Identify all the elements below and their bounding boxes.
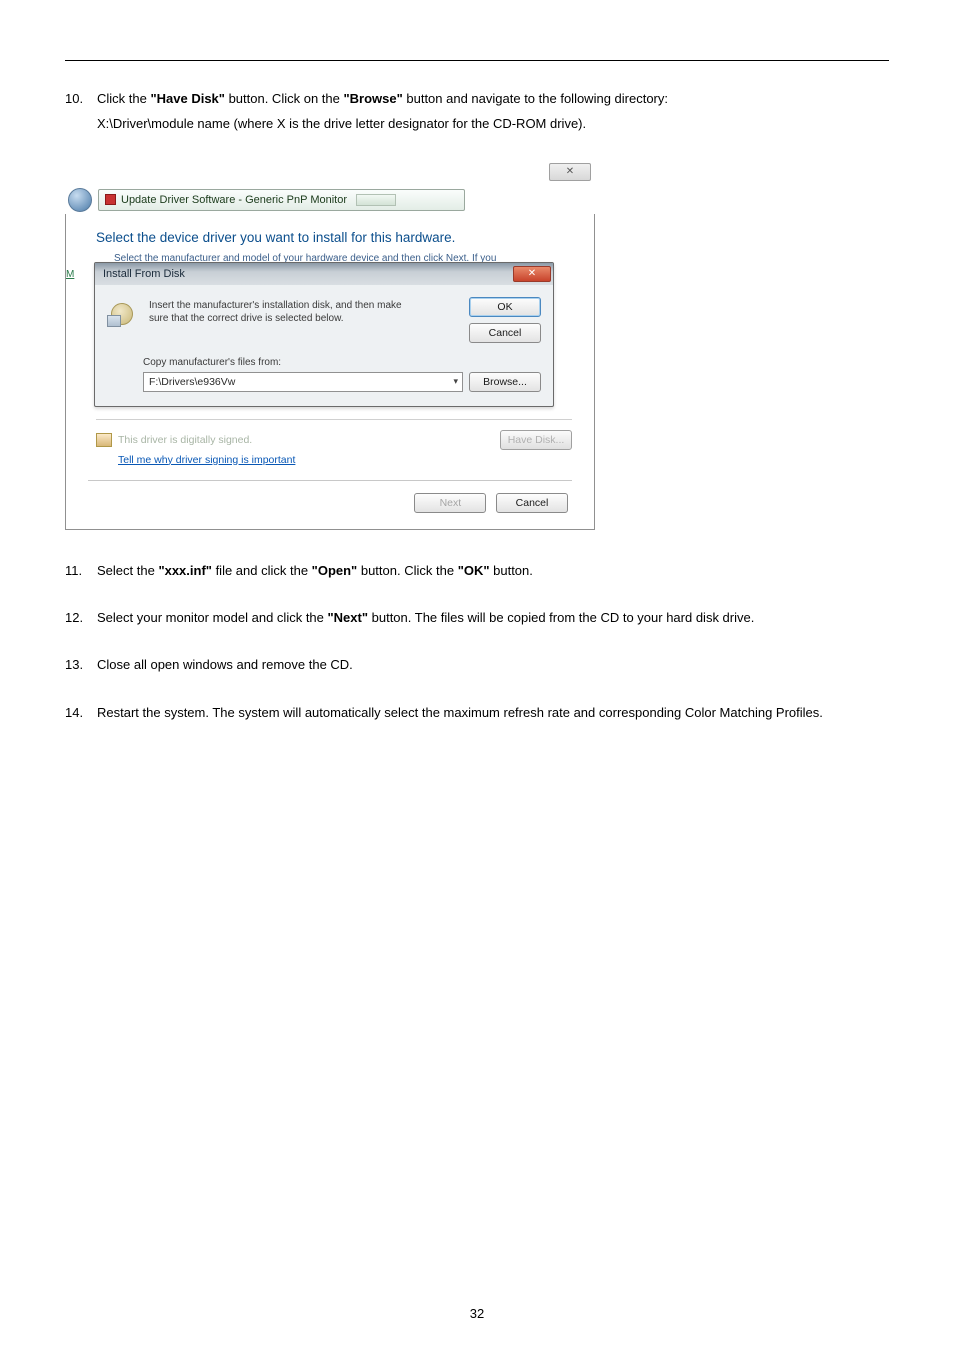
step-body: Close all open windows and remove the CD… — [97, 652, 889, 677]
text: Restart the system. The system will auto… — [97, 705, 823, 720]
breadcrumb-bar: Update Driver Software - Generic PnP Mon… — [65, 185, 465, 215]
cancel-button[interactable]: Cancel — [469, 323, 541, 343]
dialog-titlebar: Install From Disk ✕ — [95, 263, 553, 285]
next-button[interactable]: Next — [414, 493, 486, 513]
page-number: 32 — [0, 1306, 954, 1321]
browse-button[interactable]: Browse... — [469, 372, 541, 392]
dialog-message: Insert the manufacturer's installation d… — [149, 297, 459, 343]
text: Click the — [97, 91, 150, 106]
text: file and click the — [212, 563, 312, 578]
breadcrumb[interactable]: Update Driver Software - Generic PnP Mon… — [98, 189, 465, 211]
back-button[interactable] — [68, 188, 92, 212]
left-strip: M — [65, 249, 79, 303]
text: sure that the correct drive is selected … — [149, 313, 344, 324]
install-from-disk-dialog: Install From Disk ✕ Insert the manufactu… — [94, 262, 554, 407]
step-body: Click the "Have Disk" button. Click on t… — [97, 86, 889, 137]
wizard-window: ✕ Update Driver Software - Generic PnP M… — [65, 159, 595, 530]
bold-text: "xxx.inf" — [158, 563, 212, 578]
path-value: F:\Drivers\e936Vw — [149, 376, 235, 388]
text: Close all open windows and remove the CD… — [97, 657, 353, 672]
top-horizontal-rule — [65, 60, 889, 61]
step-11: 11. Select the "xxx.inf" file and click … — [65, 558, 889, 583]
step-number: 12. — [65, 605, 97, 630]
window-close-button[interactable]: ✕ — [549, 163, 591, 181]
bold-text: "Browse" — [343, 91, 402, 106]
text: button. Click the — [357, 563, 457, 578]
step-number: 13. — [65, 652, 97, 677]
text: button. — [490, 563, 533, 578]
step-13: 13. Close all open windows and remove th… — [65, 652, 889, 677]
step-number: 10. — [65, 86, 97, 137]
dialog-close-button[interactable]: ✕ — [513, 266, 551, 282]
signature-row: This driver is digitally signed. Have Di… — [96, 419, 572, 450]
bold-text: "Open" — [312, 563, 358, 578]
text: Insert the manufacturer's installation d… — [149, 300, 402, 311]
bold-text: "OK" — [458, 563, 490, 578]
wizard-cancel-button[interactable]: Cancel — [496, 493, 568, 513]
instruction-list: 10. Click the "Have Disk" button. Click … — [65, 86, 889, 725]
signature-text: This driver is digitally signed. — [118, 434, 494, 446]
signing-link-row: Tell me why driver signing is important — [118, 454, 572, 466]
disc-icon — [107, 299, 139, 329]
dialog-title: Install From Disk — [103, 268, 185, 280]
step-body: Select the "xxx.inf" file and click the … — [97, 558, 889, 583]
path-combobox[interactable]: F:\Drivers\e936Vw ▾ — [143, 372, 463, 392]
wizard-footer: Next Cancel — [88, 480, 572, 515]
step-number: 11. — [65, 558, 97, 583]
copy-from-label: Copy manufacturer's files from: — [143, 357, 541, 368]
wizard-heading: Select the device driver you want to ins… — [96, 230, 572, 245]
bold-text: "Have Disk" — [150, 91, 224, 106]
text: X:\Driver\module name (where X is the dr… — [97, 116, 586, 131]
text: button. Click on the — [225, 91, 344, 106]
ok-button[interactable]: OK — [469, 297, 541, 317]
step-14: 14. Restart the system. The system will … — [65, 700, 889, 725]
step-10: 10. Click the "Have Disk" button. Click … — [65, 86, 889, 137]
step-number: 14. — [65, 700, 97, 725]
screenshot: ✕ Update Driver Software - Generic PnP M… — [65, 159, 889, 530]
driver-signing-link[interactable]: Tell me why driver signing is important — [118, 454, 295, 466]
text: button. The files will be copied from th… — [368, 610, 754, 625]
have-disk-button[interactable]: Have Disk... — [500, 430, 572, 450]
strip-letter: M — [65, 269, 79, 280]
text: button and navigate to the following dir… — [403, 91, 668, 106]
bold-text: "Next" — [328, 610, 369, 625]
step-12: 12. Select your monitor model and click … — [65, 605, 889, 630]
progress-bar — [356, 194, 396, 206]
step-body: Select your monitor model and click the … — [97, 605, 889, 630]
breadcrumb-icon — [105, 194, 116, 205]
dropdown-arrow-icon: ▾ — [453, 376, 458, 387]
certificate-icon — [96, 433, 112, 447]
step-body: Restart the system. The system will auto… — [97, 700, 889, 725]
text: Select your monitor model and click the — [97, 610, 328, 625]
wizard-body: Select the device driver you want to ins… — [65, 214, 595, 530]
breadcrumb-text: Update Driver Software - Generic PnP Mon… — [121, 194, 347, 206]
text: Select the — [97, 563, 158, 578]
